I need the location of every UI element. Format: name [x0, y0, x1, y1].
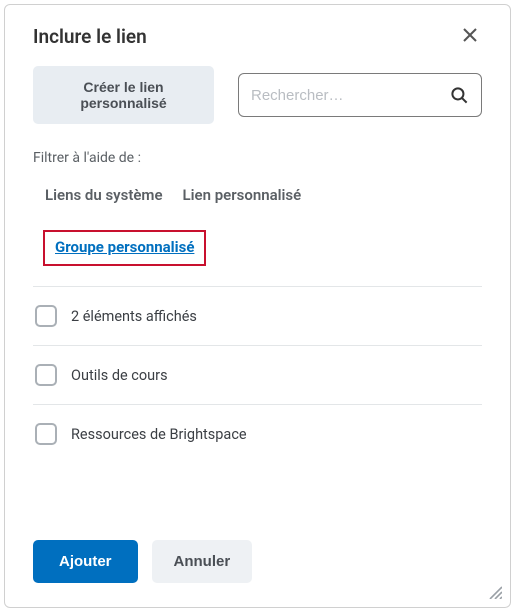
add-button[interactable]: Ajouter	[33, 540, 138, 583]
list-item: Outils de cours	[33, 345, 482, 404]
list-item: Ressources de Brightspace	[33, 404, 482, 463]
create-link-button[interactable]: Créer le lien personnalisé	[33, 66, 214, 124]
close-icon	[462, 26, 478, 48]
resize-handle-icon[interactable]	[486, 583, 502, 599]
tab-custom-group-highlight: Groupe personnalisé	[43, 230, 206, 266]
checkbox[interactable]	[35, 305, 57, 327]
dialog-header: Inclure le lien	[33, 25, 482, 48]
dialog-title: Inclure le lien	[33, 25, 147, 48]
close-button[interactable]	[458, 27, 482, 47]
list-item-label: Ressources de Brightspace	[71, 426, 247, 443]
list-item: 2 éléments affichés	[33, 286, 482, 345]
tab-custom-group[interactable]: Groupe personnalisé	[55, 236, 194, 258]
toolbar: Créer le lien personnalisé	[33, 66, 482, 124]
list-item-label: 2 éléments affichés	[71, 308, 197, 325]
include-link-dialog: Inclure le lien Créer le lien personnali…	[4, 4, 511, 608]
dialog-footer: Ajouter Annuler	[33, 540, 482, 583]
checkbox[interactable]	[35, 423, 57, 445]
list-item-label: Outils de cours	[71, 367, 168, 384]
search-input[interactable]	[251, 87, 450, 104]
group-list: 2 éléments affichés Outils de cours Ress…	[33, 286, 482, 463]
search-icon[interactable]	[450, 86, 469, 105]
search-field-wrap	[238, 73, 482, 117]
tab-system-links[interactable]: Liens du système	[45, 184, 163, 206]
filter-label: Filtrer à l'aide de :	[33, 150, 482, 166]
checkbox[interactable]	[35, 364, 57, 386]
tab-custom-link[interactable]: Lien personnalisé	[183, 184, 302, 206]
cancel-button[interactable]: Annuler	[152, 540, 253, 583]
filter-tabs: Liens du système Lien personnalisé Group…	[45, 184, 482, 266]
